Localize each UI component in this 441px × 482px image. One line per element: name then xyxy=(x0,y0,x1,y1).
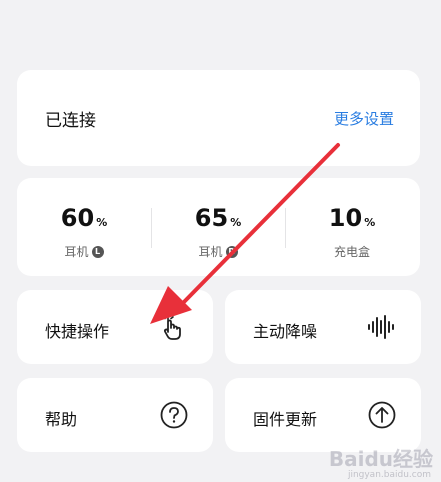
left-side-icon: L xyxy=(91,245,104,258)
upload-arrow-icon xyxy=(368,401,396,429)
tap-gesture-icon xyxy=(162,314,181,340)
tile-label: 快捷操作 xyxy=(45,322,110,341)
battery-label: 充电盒 xyxy=(333,245,370,259)
tile-label: 固件更新 xyxy=(253,410,318,429)
connection-card: 已连接 更多设置 xyxy=(17,70,420,166)
right-side-icon: R xyxy=(225,245,238,258)
noise-cancel-tile[interactable]: 主动降噪 xyxy=(225,290,421,364)
help-tile[interactable]: 帮助 xyxy=(17,378,213,452)
battery-right-earbud: 65% 耳机 R xyxy=(151,204,285,260)
tile-label: 帮助 xyxy=(45,410,78,429)
battery-card: 60% 耳机 L 65% 耳机 R 10% 充电盒 xyxy=(17,178,420,276)
battery-unit: % xyxy=(364,216,376,229)
question-icon xyxy=(160,401,188,429)
battery-left-earbud: 60% 耳机 L xyxy=(17,204,151,260)
watermark-url: jingyan.baidu.com xyxy=(347,470,431,480)
battery-value: 60 xyxy=(60,204,95,232)
battery-unit: % xyxy=(230,216,242,229)
connection-status: 已连接 xyxy=(45,111,96,131)
sound-wave-icon xyxy=(368,315,394,339)
quick-actions-tile[interactable]: 快捷操作 xyxy=(17,290,213,364)
battery-value: 65 xyxy=(194,204,229,232)
battery-charging-case: 10% 充电盒 xyxy=(285,204,419,260)
firmware-update-tile[interactable]: 固件更新 xyxy=(225,378,421,452)
battery-label: 耳机 xyxy=(64,245,89,259)
battery-unit: % xyxy=(96,216,108,229)
more-settings-link[interactable]: 更多设置 xyxy=(334,108,394,129)
battery-value: 10 xyxy=(328,204,363,232)
watermark-logo: Baidu经验 xyxy=(328,447,433,471)
battery-label: 耳机 xyxy=(198,245,223,259)
tile-label: 主动降噪 xyxy=(253,322,318,341)
